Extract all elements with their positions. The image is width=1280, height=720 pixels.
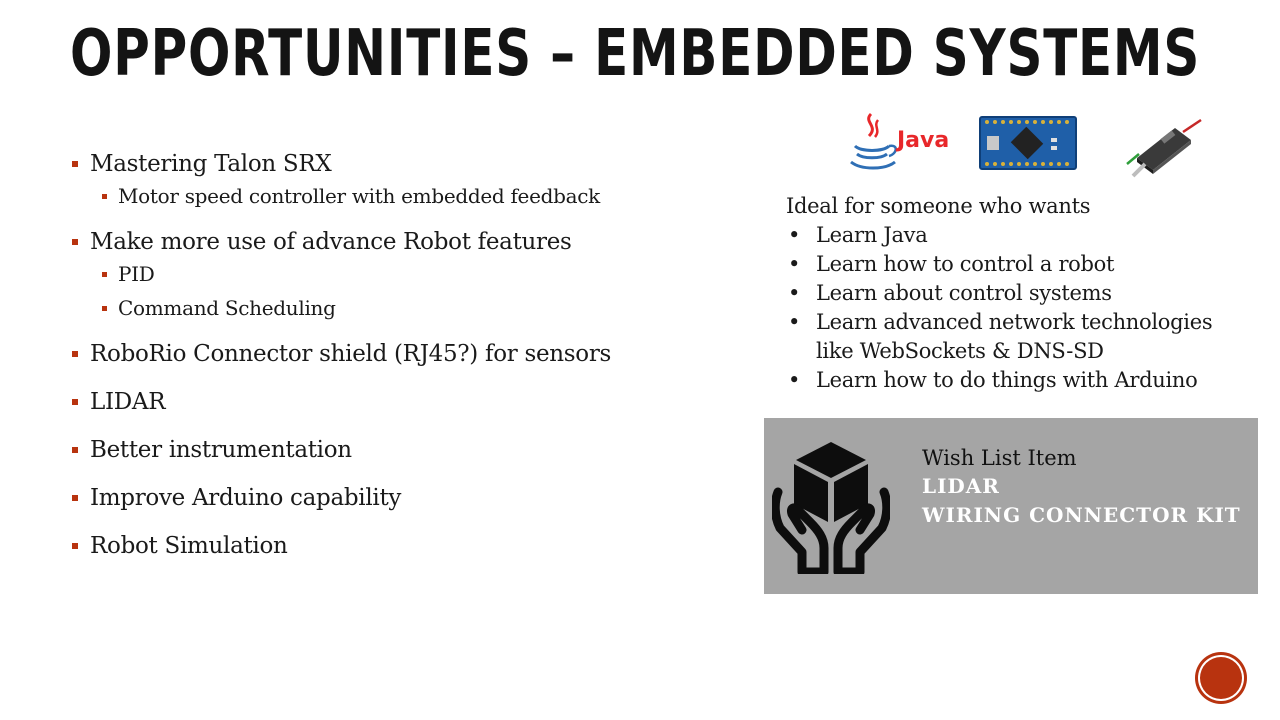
list-item-text: Learn how to control a robot bbox=[816, 252, 1115, 276]
list-item-text: Learn advanced network technologies like… bbox=[816, 310, 1213, 363]
list-item: • Learn how to control a robot bbox=[786, 250, 1256, 279]
round-bullet-icon: • bbox=[788, 281, 801, 305]
square-bullet-icon bbox=[102, 306, 107, 311]
round-bullet-icon: • bbox=[788, 310, 801, 334]
slide-nav-button[interactable] bbox=[1198, 655, 1244, 701]
list-item-text: Mastering Talon SRX bbox=[90, 151, 332, 177]
ideal-bullet-list: • Learn Java • Learn how to control a robo… bbox=[786, 221, 1256, 395]
list-item: Make more use of advance Robot features … bbox=[72, 226, 762, 322]
square-bullet-icon bbox=[72, 447, 78, 453]
ideal-intro-text: Ideal for someone who wants bbox=[786, 194, 1091, 218]
arduino-board-icon bbox=[979, 116, 1077, 170]
list-item: Mastering Talon SRX Motor speed controll… bbox=[72, 148, 762, 210]
ideal-for-section: Ideal for someone who wants • Learn Java … bbox=[786, 192, 1256, 395]
java-logo-text: Java bbox=[897, 128, 950, 153]
list-item-text: Better instrumentation bbox=[90, 437, 352, 463]
list-item: Better instrumentation bbox=[72, 434, 762, 466]
list-item-text: Make more use of advance Robot features bbox=[90, 229, 572, 255]
square-bullet-icon bbox=[72, 399, 78, 405]
round-bullet-icon: • bbox=[788, 368, 801, 392]
hands-holding-box-icon bbox=[770, 440, 892, 577]
list-item-text: Robot Simulation bbox=[90, 533, 288, 559]
list-item: • Learn Java bbox=[786, 221, 1256, 250]
sub-list-item-text: Motor speed controller with embedded fee… bbox=[118, 184, 600, 208]
list-item: • Learn how to do things with Arduino bbox=[786, 366, 1256, 395]
square-bullet-icon bbox=[72, 351, 78, 357]
list-item: • Learn advanced network technologies lik… bbox=[786, 308, 1256, 366]
robot-module-icon bbox=[1123, 114, 1203, 178]
main-bullet-list: Mastering Talon SRX Motor speed controll… bbox=[72, 148, 762, 578]
list-item-text: RoboRio Connector shield (RJ45?) for sen… bbox=[90, 341, 612, 367]
wish-list-box: Wish List Item LIDAR WIRING CONNECTOR KI… bbox=[764, 418, 1258, 594]
list-item-text: Learn how to do things with Arduino bbox=[816, 368, 1198, 392]
sub-list-item: PID bbox=[72, 260, 762, 288]
wish-list-line: WIRING CONNECTOR KIT bbox=[922, 503, 1241, 527]
list-item-text: Learn about control systems bbox=[816, 281, 1112, 305]
list-item: • Learn about control systems bbox=[786, 279, 1256, 308]
logo-strip: Java bbox=[845, 110, 1215, 180]
wish-list-line: LIDAR bbox=[922, 474, 1000, 498]
list-item-text: Improve Arduino capability bbox=[90, 485, 402, 511]
sub-list-item-text: Command Scheduling bbox=[118, 296, 336, 320]
round-bullet-icon: • bbox=[788, 252, 801, 276]
list-item: Robot Simulation bbox=[72, 530, 762, 562]
square-bullet-icon bbox=[102, 194, 107, 199]
square-bullet-icon bbox=[72, 161, 78, 167]
list-item: RoboRio Connector shield (RJ45?) for sen… bbox=[72, 338, 762, 370]
list-item-text: LIDAR bbox=[90, 389, 166, 415]
square-bullet-icon bbox=[72, 543, 78, 549]
square-bullet-icon bbox=[72, 495, 78, 501]
sub-list-item: Command Scheduling bbox=[72, 294, 762, 322]
list-item: LIDAR bbox=[72, 386, 762, 418]
slide-title: OPPORTUNITIES – EMBEDDED SYSTEMS bbox=[70, 17, 1201, 91]
wish-list-heading: Wish List Item bbox=[922, 446, 1077, 470]
java-logo-icon: Java bbox=[845, 110, 949, 174]
list-item: Improve Arduino capability bbox=[72, 482, 762, 514]
square-bullet-icon bbox=[72, 239, 78, 245]
square-bullet-icon bbox=[102, 272, 107, 277]
sub-list-item: Motor speed controller with embedded fee… bbox=[72, 182, 762, 210]
sub-list-item-text: PID bbox=[118, 262, 155, 286]
list-item-text: Learn Java bbox=[816, 223, 928, 247]
round-bullet-icon: • bbox=[788, 223, 801, 247]
